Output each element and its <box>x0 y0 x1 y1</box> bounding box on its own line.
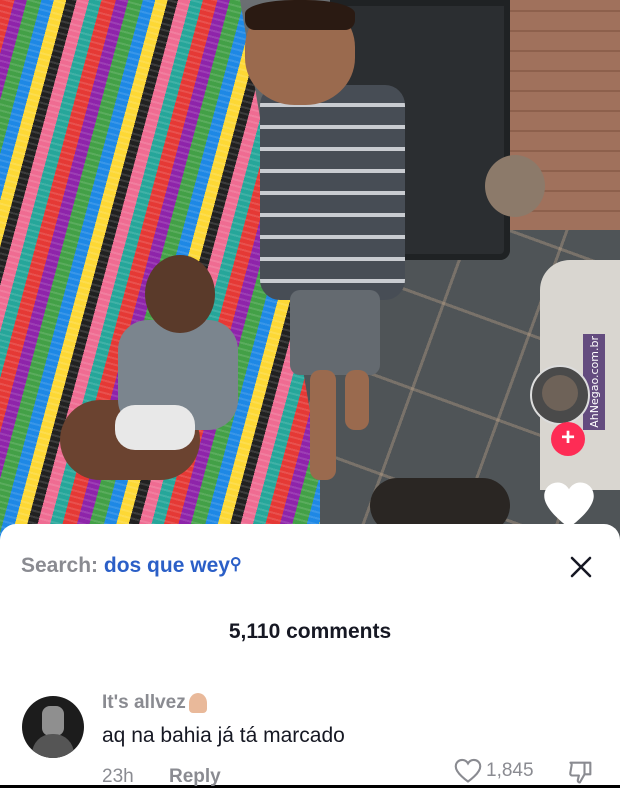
close-icon[interactable] <box>566 552 596 582</box>
dislike-icon[interactable] <box>566 758 596 786</box>
boy <box>240 0 410 490</box>
search-query-link[interactable]: dos que wey <box>104 554 230 577</box>
search-prefix: Search: <box>21 554 99 577</box>
comment-time: 23h <box>102 766 134 787</box>
search-icon: ⚲ <box>229 556 242 573</box>
comment-like-count: 1,845 <box>486 760 534 781</box>
comment-username[interactable]: It's allvez <box>102 692 207 714</box>
person-emoji-icon <box>188 692 207 713</box>
search-suggestion[interactable]: Search: dos que wey⚲ <box>21 554 242 578</box>
stone <box>485 155 545 217</box>
comment-item: It's allvez aq na bahia já tá marcado 23… <box>22 692 602 787</box>
comment-count: 5,110 comments <box>228 620 392 643</box>
comments-sheet: Search: dos que wey⚲ 5,110 comments It's… <box>0 524 620 787</box>
comment-like-button[interactable]: 1,845 <box>454 758 534 784</box>
creator-avatar[interactable] <box>530 365 590 425</box>
comment-text: aq na bahia já tá marcado <box>102 724 345 747</box>
reply-button[interactable]: Reply <box>169 766 221 787</box>
avatar[interactable] <box>22 696 84 758</box>
video-frame[interactable]: AhNegao.com.br + <box>0 0 620 540</box>
heart-icon[interactable] <box>542 480 596 530</box>
baby <box>60 255 240 505</box>
follow-button[interactable]: + <box>551 422 585 456</box>
heart-outline-icon <box>454 758 482 783</box>
